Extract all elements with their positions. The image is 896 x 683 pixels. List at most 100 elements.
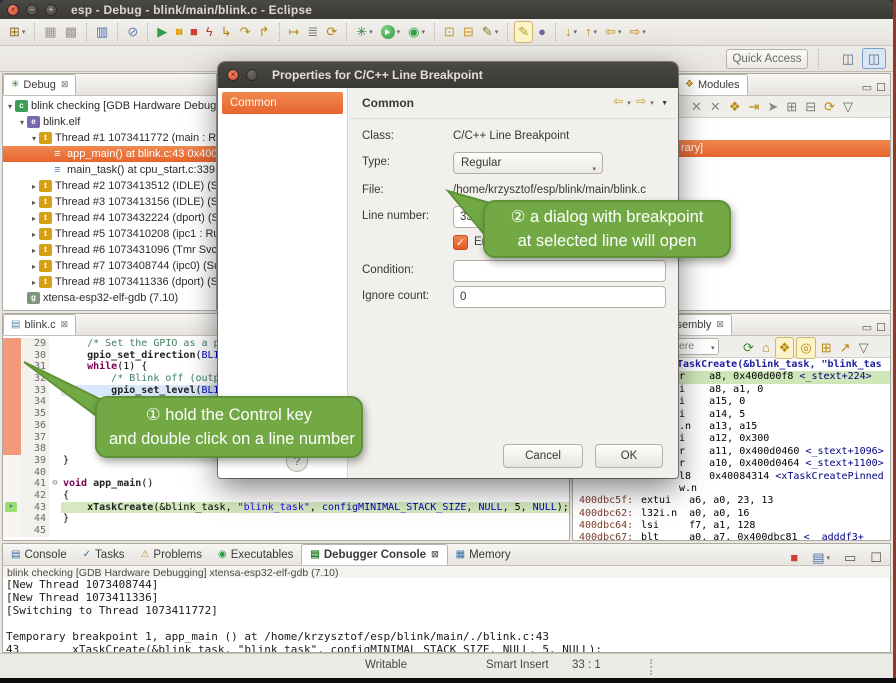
forward-arrow-icon[interactable]: ⇨	[636, 94, 648, 108]
tab-executables[interactable]: ◉Executables	[210, 544, 301, 565]
open-resource-icon[interactable]: ⊟	[460, 21, 477, 43]
line-number[interactable]: 41	[21, 478, 49, 490]
chevron-down-icon[interactable]: ▾	[22, 28, 26, 36]
display-selected-console-icon[interactable]: ▤▾	[809, 547, 833, 569]
minimize-icon[interactable]: ▭	[862, 81, 872, 95]
editor-line[interactable]: ➤43 xTaskCreate(&blink_task, "blink_task…	[3, 502, 569, 514]
line-number[interactable]: 42	[21, 490, 49, 502]
sidebar-item-common[interactable]: Common	[222, 92, 343, 114]
save-icon[interactable]: ▦	[41, 21, 59, 43]
refresh-modules-icon[interactable]: ⟳	[821, 96, 838, 118]
step-over-icon[interactable]: ↷	[237, 21, 254, 43]
tree-row[interactable]: ▾eblink.elf	[3, 114, 216, 130]
ok-button[interactable]: OK	[595, 444, 663, 468]
chevron-down-icon[interactable]: ▾	[574, 28, 578, 36]
refresh-debug-icon[interactable]: ⟳	[323, 21, 340, 43]
tab-debugger-console[interactable]: ▤Debugger Console⊠	[301, 544, 447, 565]
tree-row[interactable]: ▸tThread #8 1073411336 (dport) (Sus	[3, 274, 216, 290]
tree-row[interactable]: ▾cblink checking [GDB Hardware Debug	[3, 98, 216, 114]
expand-all-icon[interactable]: ⊞	[783, 96, 800, 118]
line-number[interactable]: 40	[21, 467, 49, 479]
instruction-stepping-icon[interactable]: ↦	[286, 21, 303, 43]
suspend-icon[interactable]: ▮▮	[172, 21, 185, 43]
type-select[interactable]: Regular ▾	[453, 152, 603, 174]
condition-input[interactable]	[453, 260, 666, 282]
pin-editor-icon[interactable]: ✎▾	[479, 21, 501, 43]
collapsed-arrow-icon[interactable]: ▸	[29, 278, 39, 287]
close-icon[interactable]: ⊠	[61, 319, 69, 330]
collapsed-arrow-icon[interactable]: ▸	[29, 262, 39, 271]
tab-problems[interactable]: ⚠Problems	[132, 544, 210, 565]
editor-line[interactable]: 41⊖void app_main()	[3, 478, 569, 490]
tab-memory[interactable]: ▦Memory	[448, 544, 519, 565]
tree-row[interactable]: ▸tThread #2 1073413512 (IDLE) (Susp	[3, 178, 216, 194]
last-edit-location-icon[interactable]: ↓▾	[562, 21, 580, 43]
chevron-down-icon[interactable]: ▾	[618, 28, 622, 36]
selected-stack-frame[interactable]: ≡app_main() at blink.c:43 0x400db	[3, 146, 216, 162]
remove-module-icon[interactable]: ✕	[688, 96, 705, 118]
tab-console[interactable]: ▤Console	[3, 544, 75, 565]
expanded-arrow-icon[interactable]: ▾	[17, 118, 27, 127]
load-symbols-icon[interactable]: ❖	[726, 96, 744, 118]
view-menu-icon[interactable]: ▽	[856, 337, 872, 359]
open-new-view-icon[interactable]: ↗	[837, 337, 854, 359]
minimize-icon[interactable]: ▭	[841, 547, 859, 569]
fold-collapse-icon[interactable]: ⊖	[49, 478, 61, 490]
resume-icon[interactable]: ▶	[154, 21, 170, 43]
chevron-down-icon[interactable]: ▾	[369, 28, 373, 36]
chevron-down-icon[interactable]: ▾	[495, 28, 499, 36]
editor-line[interactable]: 42{	[3, 490, 569, 502]
chevron-down-icon[interactable]: ▾	[711, 344, 715, 352]
show-source-icon[interactable]: ◎	[796, 337, 815, 359]
cancel-button[interactable]: Cancel	[503, 444, 583, 468]
line-number[interactable]: 39	[21, 455, 49, 467]
back-arrow-icon[interactable]: ⇦	[613, 94, 625, 108]
collapsed-arrow-icon[interactable]: ▸	[29, 214, 39, 223]
line-number[interactable]: 43	[21, 502, 49, 514]
line-number[interactable]: 45	[21, 525, 49, 537]
tab-modules[interactable]: ❖ Modules	[677, 74, 748, 95]
refresh-view-icon[interactable]: ⟳	[740, 337, 757, 359]
line-number[interactable]: 44	[21, 513, 49, 525]
debug-icon[interactable]: ✳▾	[353, 21, 375, 43]
window-minimize-icon[interactable]: –	[26, 4, 38, 16]
save-all-icon[interactable]: ▩	[62, 21, 80, 43]
collapsed-arrow-icon[interactable]: ▸	[29, 198, 39, 207]
terminate-icon[interactable]: ■	[187, 21, 201, 43]
run-icon[interactable]: ▶▾	[378, 21, 404, 43]
tree-row[interactable]: ▸tThread #3 1073413156 (IDLE) (Susp	[3, 194, 216, 210]
tab-blink-c[interactable]: ▤ blink.c ⊠	[3, 314, 76, 335]
window-maximize-icon[interactable]: +	[45, 4, 57, 16]
maximize-icon[interactable]: ☐	[876, 81, 886, 95]
back-history-icon[interactable]: ⇦▾	[602, 21, 624, 43]
mark-occurrences-icon[interactable]: ●	[535, 21, 549, 43]
open-folder-icon[interactable]: ⊡	[441, 21, 458, 43]
maximize-icon[interactable]: ☐	[867, 547, 885, 569]
select-module-icon[interactable]: ➤	[764, 96, 781, 118]
dialog-help-circle-icon[interactable]	[246, 69, 258, 81]
tree-row[interactable]: ▸tThread #7 1073408744 (ipc0) (Susp	[3, 258, 216, 274]
collapsed-arrow-icon[interactable]: ▸	[29, 182, 39, 191]
step-return-icon[interactable]: ↱	[256, 21, 273, 43]
run-external-tools-icon[interactable]: ◉▾	[405, 21, 428, 43]
dialog-close-icon[interactable]: ×	[227, 69, 239, 81]
minimize-icon[interactable]: ▭	[862, 321, 872, 335]
skip-all-breakpoints-icon[interactable]: ⊘	[124, 21, 141, 43]
new-wizard-icon[interactable]: ⊞▾	[6, 21, 28, 43]
close-icon[interactable]: ⊠	[61, 79, 69, 90]
chevron-down-icon[interactable]: ▾	[650, 100, 654, 107]
view-menu-icon[interactable]: ▽	[840, 96, 856, 118]
tree-row[interactable]: ≡main_task() at cpu_start.c:339 0x4	[3, 162, 216, 178]
forward-history-icon[interactable]: ⇨▾	[626, 21, 648, 43]
step-into-icon[interactable]: ↳	[218, 21, 235, 43]
window-close-icon[interactable]: ×	[7, 4, 19, 16]
sync-context-icon[interactable]: ❖	[775, 337, 795, 359]
use-step-filters-icon[interactable]: ≣	[304, 21, 321, 43]
ignore-count-input[interactable]: 0	[453, 286, 666, 308]
tab-tasks[interactable]: ✓Tasks	[75, 544, 133, 565]
chevron-down-icon[interactable]: ▾	[827, 554, 831, 562]
collapsed-arrow-icon[interactable]: ▸	[29, 246, 39, 255]
tree-row[interactable]: ▸tThread #6 1073431096 (Tmr Svc) (S	[3, 242, 216, 258]
tab-debug[interactable]: ✳ Debug ⊠	[3, 74, 76, 95]
disconnect-icon[interactable]: ϟ	[203, 21, 216, 43]
